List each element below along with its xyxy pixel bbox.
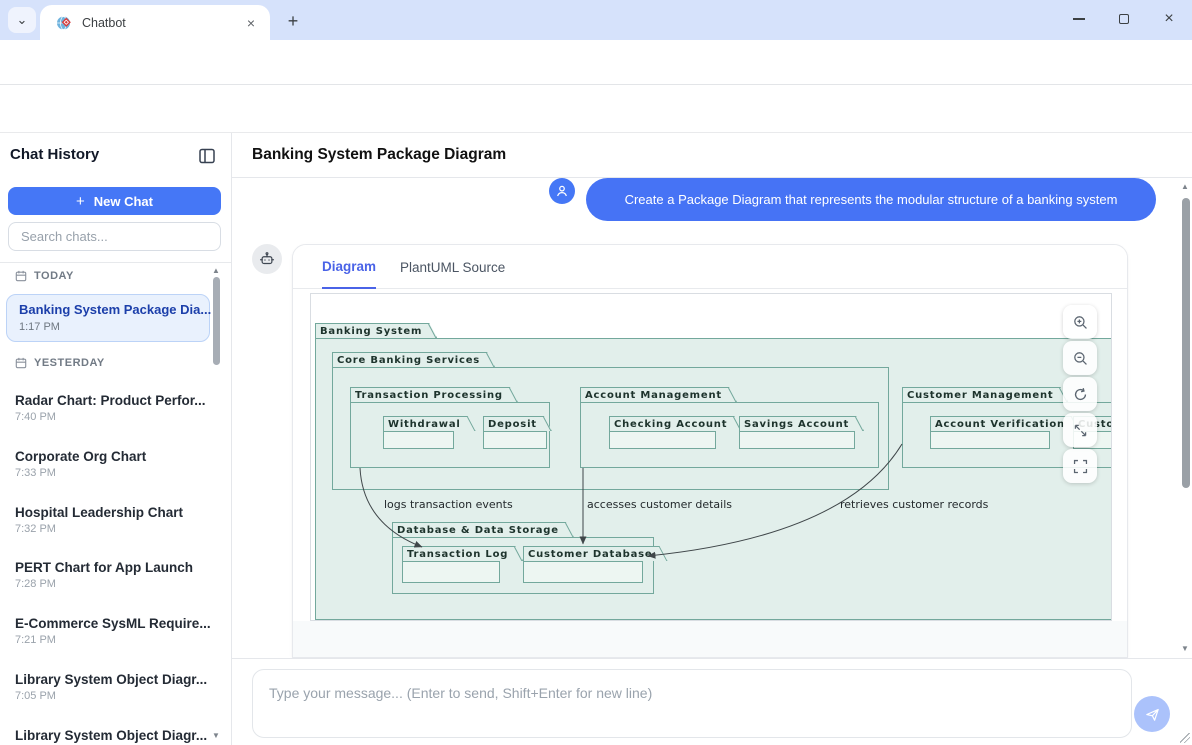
plus-icon: + bbox=[76, 193, 85, 210]
package-tab-account-verification: Account Verification bbox=[930, 416, 1080, 431]
sidebar-scroll-down-icon[interactable]: ▼ bbox=[212, 731, 222, 740]
edge-label: retrieves customer records bbox=[840, 498, 988, 511]
chat-item[interactable]: PERT Chart for App Launch7:28 PM bbox=[15, 560, 193, 590]
card-tab-bar: Diagram PlantUML Source bbox=[293, 245, 1127, 289]
browser-tab[interactable]: Chatbot × bbox=[40, 5, 270, 40]
main-scrollbar-thumb[interactable] bbox=[1182, 198, 1190, 488]
message-input[interactable] bbox=[252, 669, 1132, 738]
main-area: Banking System Package Diagram Create a … bbox=[232, 133, 1192, 745]
chat-list: TODAY Banking System Package Dia... 1:17… bbox=[0, 262, 231, 745]
chat-item-time: 1:17 PM bbox=[19, 321, 60, 333]
main-scroll-down-icon[interactable]: ▼ bbox=[1181, 644, 1191, 653]
calendar-icon bbox=[15, 357, 27, 369]
new-chat-button[interactable]: + New Chat bbox=[8, 187, 221, 215]
reset-rotate-icon bbox=[1072, 386, 1089, 403]
zoom-in-icon bbox=[1072, 314, 1089, 331]
window-close-button[interactable]: × bbox=[1147, 0, 1191, 38]
section-header-yesterday: YESTERDAY bbox=[15, 357, 105, 369]
package-body-transaction-log bbox=[402, 561, 500, 583]
search-input[interactable] bbox=[8, 222, 221, 251]
package-tab-withdrawal: Withdrawal bbox=[383, 416, 476, 431]
chat-item[interactable]: Library System Object Diagr... bbox=[15, 728, 207, 745]
sidebar-scroll-up-icon[interactable]: ▲ bbox=[212, 266, 222, 275]
main-header: Banking System Package Diagram bbox=[232, 133, 1192, 178]
new-tab-button[interactable]: + bbox=[281, 9, 305, 33]
tab-search-button[interactable]: ⌄ bbox=[8, 7, 36, 33]
close-icon: × bbox=[1164, 11, 1173, 27]
diagram-canvas[interactable]: Banking System Core Banking Services Tra… bbox=[310, 293, 1112, 621]
send-button[interactable] bbox=[1134, 696, 1170, 732]
person-icon bbox=[554, 183, 570, 199]
robot-icon bbox=[258, 250, 276, 268]
tab-diagram[interactable]: Diagram bbox=[322, 245, 376, 289]
sidebar-toggle-icon[interactable] bbox=[197, 146, 217, 166]
window-minimize-button[interactable] bbox=[1057, 0, 1101, 38]
edge-label: logs transaction events bbox=[384, 498, 513, 511]
window-maximize-button[interactable] bbox=[1102, 0, 1146, 38]
bot-avatar bbox=[252, 244, 282, 274]
sidebar: Chat History + New Chat TODAY Banking Sy… bbox=[0, 133, 232, 745]
page-title: Banking System Package Diagram bbox=[252, 146, 506, 164]
package-tab-customer-management: Customer Management bbox=[902, 387, 1068, 402]
sidebar-scrollbar-thumb[interactable] bbox=[213, 277, 220, 365]
chat-item[interactable]: Radar Chart: Product Perfor...7:40 PM bbox=[15, 393, 206, 423]
expand-arrows-icon bbox=[1072, 422, 1089, 439]
chat-item[interactable]: E-Commerce SysML Require...7:21 PM bbox=[15, 616, 211, 646]
tab-close-icon[interactable]: × bbox=[242, 14, 260, 32]
maximize-icon bbox=[1119, 14, 1129, 24]
edge-label: accesses customer details bbox=[587, 498, 732, 511]
section-header-today: TODAY bbox=[15, 270, 74, 282]
chat-item[interactable]: Library System Object Diagr...7:05 PM bbox=[15, 672, 207, 702]
package-body-account-verification bbox=[930, 431, 1050, 449]
new-chat-label: New Chat bbox=[94, 194, 153, 209]
main-scroll-up-icon[interactable]: ▲ bbox=[1181, 182, 1191, 191]
expand-button[interactable] bbox=[1063, 413, 1097, 447]
reset-view-button[interactable] bbox=[1063, 377, 1097, 411]
package-body-deposit bbox=[483, 431, 547, 449]
package-body-withdrawal bbox=[383, 431, 454, 449]
package-tab-database-data-storage: Database & Data Storage bbox=[392, 522, 574, 537]
chat-scroll-area: Create a Package Diagram that represents… bbox=[232, 178, 1192, 658]
browser-titlebar: ⌄ Chatbot × + × bbox=[0, 0, 1192, 40]
resize-grip[interactable] bbox=[1180, 733, 1190, 743]
minimize-icon bbox=[1073, 18, 1085, 20]
chat-item[interactable]: Corporate Org Chart7:33 PM bbox=[15, 449, 146, 479]
zoom-in-button[interactable] bbox=[1063, 305, 1097, 339]
composer bbox=[232, 658, 1192, 745]
package-tab-transaction-log: Transaction Log bbox=[402, 546, 523, 561]
zoom-out-icon bbox=[1072, 350, 1089, 367]
diagram-card: Diagram PlantUML Source Banking System C… bbox=[292, 244, 1128, 658]
browser-toolbar: ai-toolbox.visual-paradigm.com/app/chatb… bbox=[0, 40, 1192, 85]
fullscreen-icon bbox=[1072, 458, 1089, 475]
package-tab-core-banking-services: Core Banking Services bbox=[332, 352, 495, 367]
screen: { "browser": { "tab_title": "Chatbot", "… bbox=[0, 0, 1192, 745]
plus-icon: + bbox=[288, 11, 299, 32]
calendar-icon bbox=[15, 270, 27, 282]
user-message-bubble: Create a Package Diagram that represents… bbox=[586, 178, 1156, 221]
package-tab-customer-database: Customer Database bbox=[523, 546, 668, 561]
favicon-visual-paradigm bbox=[56, 15, 72, 31]
package-tab-savings-account: Savings Account bbox=[739, 416, 864, 431]
chevron-down-icon: ⌄ bbox=[17, 12, 28, 28]
package-tab-account-management: Account Management bbox=[580, 387, 737, 402]
package-body-savings-account bbox=[739, 431, 855, 449]
fullscreen-button[interactable] bbox=[1063, 449, 1097, 483]
card-bottom-strip bbox=[293, 621, 1127, 658]
chat-item[interactable]: Hospital Leadership Chart7:32 PM bbox=[15, 505, 183, 535]
package-tab-banking-system: Banking System bbox=[315, 323, 437, 338]
chat-history-title: Chat History bbox=[10, 146, 99, 163]
tab-plantuml-source[interactable]: PlantUML Source bbox=[400, 245, 505, 289]
package-tab-deposit: Deposit bbox=[483, 416, 552, 431]
tab-title: Chatbot bbox=[82, 16, 242, 30]
chat-item-selected[interactable]: Banking System Package Dia... 1:17 PM bbox=[6, 294, 210, 342]
chat-item-title: Banking System Package Dia... bbox=[19, 302, 211, 317]
package-body-customer-database bbox=[523, 561, 643, 583]
app-header: Chatbot Powered by Visual Paradigm More … bbox=[0, 85, 1192, 133]
package-tab-transaction-processing: Transaction Processing bbox=[350, 387, 518, 402]
package-body-checking-account bbox=[609, 431, 716, 449]
send-plane-icon bbox=[1144, 706, 1161, 723]
zoom-out-button[interactable] bbox=[1063, 341, 1097, 375]
user-avatar bbox=[549, 178, 575, 204]
package-tab-checking-account: Checking Account bbox=[609, 416, 742, 431]
